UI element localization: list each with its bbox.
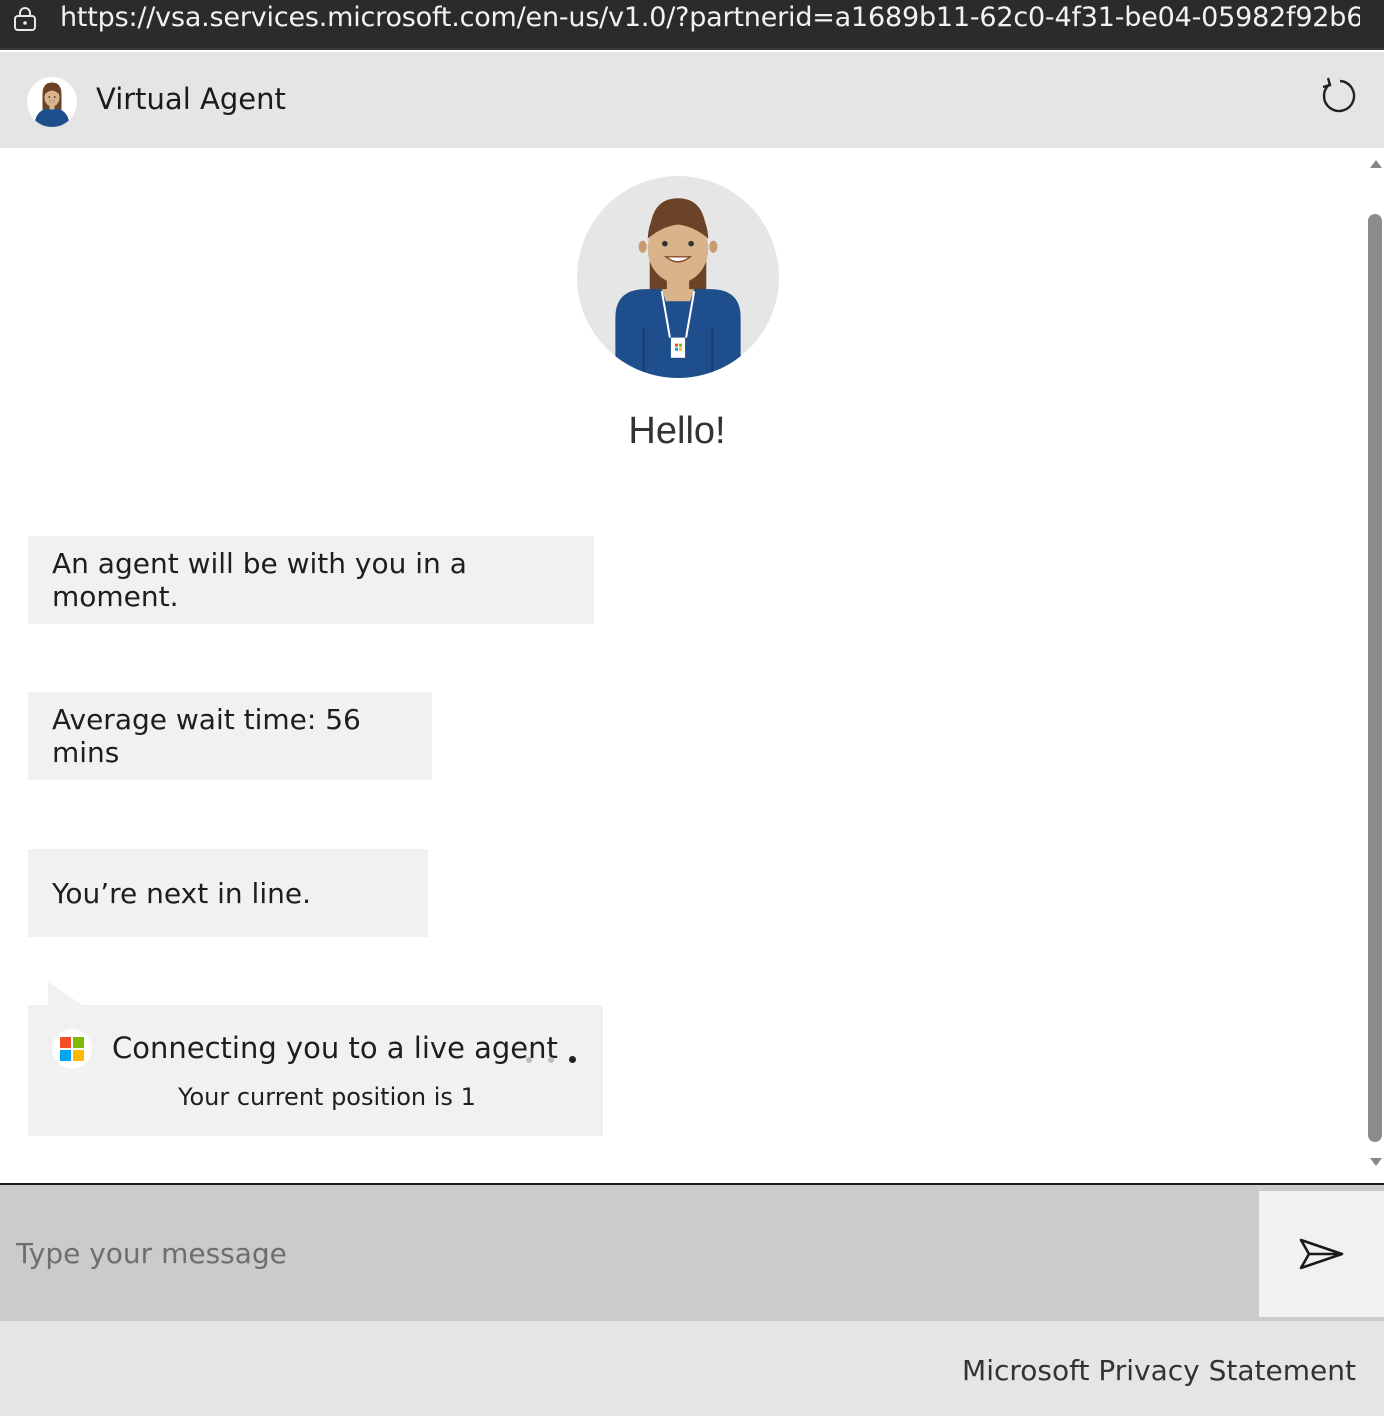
microsoft-logo-icon	[52, 1029, 92, 1069]
agent-avatar-icon	[27, 77, 77, 127]
message-input[interactable]	[0, 1185, 1258, 1321]
header-title: Virtual Agent	[96, 82, 286, 116]
connecting-status-card: Connecting you to a live agent Your curr…	[28, 1005, 603, 1136]
chat-scrollbar[interactable]	[1366, 148, 1384, 1174]
scrollbar-thumb[interactable]	[1368, 214, 1382, 1142]
bot-message: An agent will be with you in a moment.	[28, 536, 594, 624]
bubble-tail	[48, 982, 82, 1005]
privacy-statement-link[interactable]: Microsoft Privacy Statement	[962, 1354, 1356, 1387]
connecting-status-text: Connecting you to a live agent	[112, 1031, 558, 1065]
send-icon	[1299, 1238, 1343, 1270]
queue-position-text: Your current position is 1	[178, 1083, 476, 1111]
bot-message: You’re next in line.	[28, 849, 428, 937]
composer	[0, 1183, 1384, 1321]
url-text[interactable]: https://vsa.services.microsoft.com/en-us…	[60, 2, 1360, 33]
footer: Microsoft Privacy Statement	[0, 1321, 1384, 1416]
typing-indicator	[526, 1055, 586, 1065]
chat-transcript: Hello! An agent will be with you in a mo…	[0, 148, 1366, 1184]
agent-avatar-large	[577, 176, 779, 378]
chat-header: Virtual Agent	[0, 52, 1384, 148]
scroll-down-arrow-icon[interactable]	[1370, 1158, 1382, 1166]
browser-address-bar: https://vsa.services.microsoft.com/en-us…	[0, 0, 1384, 50]
send-button[interactable]	[1259, 1191, 1384, 1317]
lock-icon	[14, 7, 36, 31]
greeting-heading: Hello!	[628, 410, 726, 452]
restart-icon[interactable]	[1318, 74, 1362, 118]
bot-message: Average wait time: 56 mins	[28, 692, 432, 780]
scroll-up-arrow-icon[interactable]	[1370, 160, 1382, 168]
